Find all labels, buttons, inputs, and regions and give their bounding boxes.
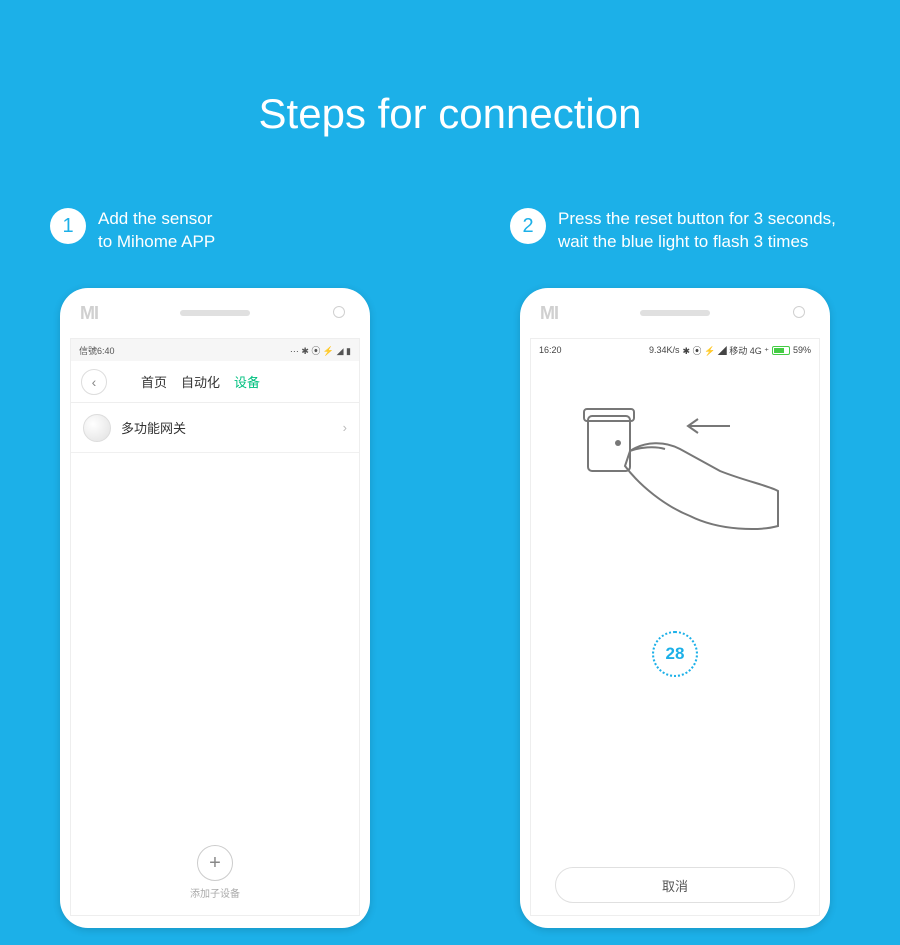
add-device-label: 添加子设备 [71,885,359,900]
add-device-button[interactable]: + [197,845,233,881]
phone-screen-2: 16:20 9.34K/s ✱ ⦿ ⚡ ◢ 移动 4G ⁺ 59% [530,338,820,916]
phone-camera [333,306,345,318]
back-button[interactable]: ‹ [81,369,107,395]
phone-mockup-2: MI 16:20 9.34K/s ✱ ⦿ ⚡ ◢ 移动 4G ⁺ 59% [520,288,830,928]
step-2: 2 Press the reset button for 3 seconds,w… [510,208,850,928]
phone-screen-1: 信號6:40 ⋯ ✱ ⦿ ⚡ ◢ ▮ ‹ 首页 自动化 设备 多功能网关 › [70,338,360,916]
step-text-1: Add the sensorto Mihome APP [98,208,215,254]
chevron-right-icon: › [343,420,347,435]
tab-device[interactable]: 设备 [234,372,260,391]
app-header: ‹ 首页 自动化 设备 [71,361,359,403]
tab-auto[interactable]: 自动化 [181,372,220,391]
status-icons: ⋯ ✱ ⦿ ⚡ ◢ ▮ [290,344,351,357]
countdown-timer: 28 [652,631,698,677]
status-bar: 信號6:40 ⋯ ✱ ⦿ ⚡ ◢ ▮ [71,339,359,361]
device-label: 多功能网关 [121,418,186,437]
mi-logo: MI [540,303,558,324]
reset-illustration: 28 [531,361,819,842]
device-row[interactable]: 多功能网关 › [71,403,359,453]
status-bar: 16:20 9.34K/s ✱ ⦿ ⚡ ◢ 移动 4G ⁺ 59% [531,339,819,361]
step-text-2: Press the reset button for 3 seconds,wai… [558,208,836,254]
phone-speaker [180,310,250,316]
status-time: 16:20 [539,345,562,355]
page-title: Steps for connection [0,0,900,138]
status-right: 9.34K/s ✱ ⦿ ⚡ ◢ 移动 4G ⁺ 59% [649,344,811,357]
cancel-button[interactable]: 取消 [555,867,795,903]
step-1: 1 Add the sensorto Mihome APP MI 信號6:40 … [50,208,390,928]
phone-camera [793,306,805,318]
mi-logo: MI [80,303,98,324]
hand-pressing-icon [570,391,780,541]
step-badge-1: 1 [50,208,86,244]
phone-speaker [640,310,710,316]
gateway-icon [83,414,111,442]
status-time: 信號6:40 [79,344,115,357]
phone-mockup-1: MI 信號6:40 ⋯ ✱ ⦿ ⚡ ◢ ▮ ‹ 首页 自动化 设备 [60,288,370,928]
step-badge-2: 2 [510,208,546,244]
tab-home[interactable]: 首页 [141,372,167,391]
